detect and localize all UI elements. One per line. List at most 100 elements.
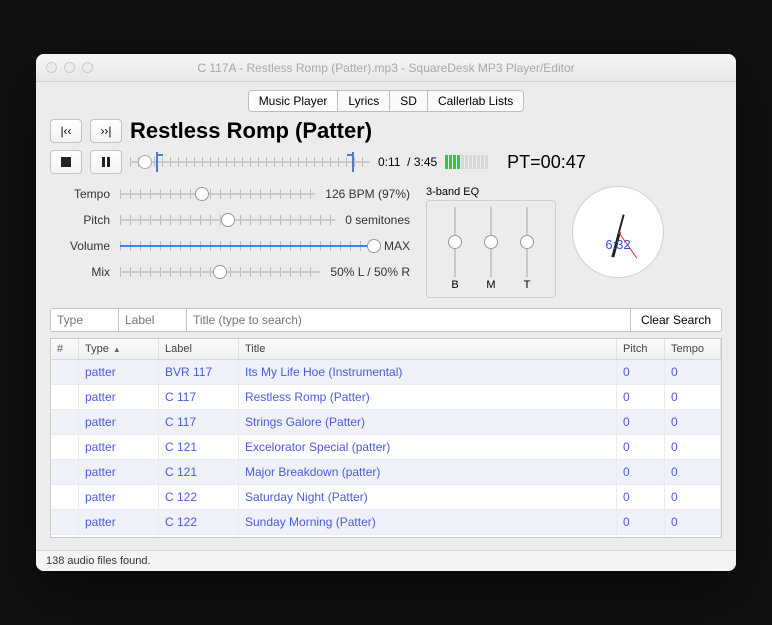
vu-meter <box>445 154 495 170</box>
cell-label: C 117 <box>159 410 239 435</box>
maximize-icon[interactable] <box>82 62 93 73</box>
table-row[interactable]: patter C 121 Major Breakdown (patter) 0 … <box>51 460 721 485</box>
cell-label: BVR 117 <box>159 360 239 385</box>
cell-title: Sunday Morning (Patter) <box>239 510 617 535</box>
loop-end-button[interactable]: ››| <box>90 119 122 143</box>
clock-digital: 6:32 <box>573 237 663 252</box>
eq-m-label: M <box>476 279 506 291</box>
cell-title: Restless Romp (Patter) <box>239 385 617 410</box>
mix-readout: 50% L / 50% R <box>330 265 410 279</box>
column-title[interactable]: Title <box>239 339 617 359</box>
search-label-input[interactable] <box>118 308 186 332</box>
app-window: C 117A - Restless Romp (Patter).mp3 - Sq… <box>36 54 736 571</box>
cell-type: patter <box>79 535 159 538</box>
column-tempo[interactable]: Tempo <box>665 339 721 359</box>
cell-title: Its My Life Hoe (Instrumental) <box>239 360 617 385</box>
cell-tempo: 0 <box>665 410 721 435</box>
stop-icon <box>61 157 71 167</box>
pitch-knob[interactable] <box>221 213 235 227</box>
search-title-input[interactable] <box>186 308 630 332</box>
table-row[interactable]: patter C 117 Strings Galore (Patter) 0 0 <box>51 410 721 435</box>
cell-label: C 122 <box>159 485 239 510</box>
song-title: Restless Romp (Patter) <box>130 118 372 144</box>
pause-button[interactable] <box>90 150 122 174</box>
main-tabs: Music PlayerLyricsSDCallerlab Lists <box>36 90 736 112</box>
cell-type: patter <box>79 435 159 460</box>
tab-music-player[interactable]: Music Player <box>249 91 339 111</box>
loop-start-marker[interactable] <box>156 152 158 172</box>
cell-tempo: 0 <box>665 385 721 410</box>
eq-m-knob[interactable] <box>484 235 498 249</box>
table-row[interactable]: patter C 117 Restless Romp (Patter) 0 0 <box>51 385 721 410</box>
cell-tempo: 0 <box>665 535 721 538</box>
column-type[interactable]: Type <box>79 339 159 359</box>
table-row[interactable]: patter BVR 117 Its My Life Hoe (Instrume… <box>51 360 721 385</box>
column-pitch[interactable]: Pitch <box>617 339 665 359</box>
column-#[interactable]: # <box>51 339 79 359</box>
cell-tempo: 0 <box>665 360 721 385</box>
cell-label: C 121 <box>159 435 239 460</box>
stop-button[interactable] <box>50 150 82 174</box>
pitch-readout: 0 semitones <box>345 213 410 227</box>
table-row[interactable]: patter CRC 131 Rocky Pond (Patter) 0 0 <box>51 535 721 538</box>
song-table[interactable]: #TypeLabelTitlePitchTempo patter BVR 117… <box>50 338 722 538</box>
eq-t-label: T <box>512 279 542 291</box>
tab-sd[interactable]: SD <box>390 91 428 111</box>
cell-label: C 122 <box>159 510 239 535</box>
tempo-knob[interactable] <box>195 187 209 201</box>
time-position: 0:11 / 3:45 <box>378 155 437 169</box>
tempo-slider[interactable] <box>120 186 315 202</box>
cell-label: CRC 131 <box>159 535 239 538</box>
table-row[interactable]: patter C 122 Saturday Night (Patter) 0 0 <box>51 485 721 510</box>
cell-pitch: 0 <box>617 510 665 535</box>
cell-title: Rocky Pond (Patter) <box>239 535 617 538</box>
cell-pitch: 0 <box>617 485 665 510</box>
cell-type: patter <box>79 510 159 535</box>
loop-start-button[interactable]: |‹‹ <box>50 119 82 143</box>
pitch-slider[interactable] <box>120 212 335 228</box>
cell-title: Strings Galore (Patter) <box>239 410 617 435</box>
close-icon[interactable] <box>46 62 57 73</box>
eq-panel: 3-band EQ BMT <box>426 186 556 298</box>
table-row[interactable]: patter C 122 Sunday Morning (Patter) 0 0 <box>51 510 721 535</box>
eq-t-knob[interactable] <box>520 235 534 249</box>
mix-slider[interactable] <box>120 264 320 280</box>
cell-pitch: 0 <box>617 360 665 385</box>
seek-slider[interactable] <box>130 152 370 172</box>
pitch-label: Pitch <box>50 213 110 227</box>
column-label[interactable]: Label <box>159 339 239 359</box>
cell-pitch: 0 <box>617 460 665 485</box>
cell-type: patter <box>79 410 159 435</box>
seek-knob[interactable] <box>138 155 152 169</box>
cell-pitch: 0 <box>617 435 665 460</box>
minimize-icon[interactable] <box>64 62 75 73</box>
cell-label: C 117 <box>159 385 239 410</box>
cell-type: patter <box>79 485 159 510</box>
tempo-label: Tempo <box>50 187 110 201</box>
window-title: C 117A - Restless Romp (Patter).mp3 - Sq… <box>36 61 736 75</box>
eq-b-label: B <box>440 279 470 291</box>
volume-knob[interactable] <box>367 239 381 253</box>
cell-tempo: 0 <box>665 510 721 535</box>
eq-m-slider[interactable] <box>482 207 500 277</box>
volume-readout: MAX <box>384 239 410 253</box>
loop-end-marker[interactable] <box>352 152 354 172</box>
eq-b-slider[interactable] <box>446 207 464 277</box>
search-type-input[interactable] <box>50 308 118 332</box>
eq-title: 3-band EQ <box>426 186 556 198</box>
cell-type: patter <box>79 460 159 485</box>
cell-tempo: 0 <box>665 460 721 485</box>
cell-title: Major Breakdown (patter) <box>239 460 617 485</box>
cell-type: patter <box>79 360 159 385</box>
cell-title: Saturday Night (Patter) <box>239 485 617 510</box>
cell-type: patter <box>79 385 159 410</box>
mix-label: Mix <box>50 265 110 279</box>
eq-t-slider[interactable] <box>518 207 536 277</box>
eq-b-knob[interactable] <box>448 235 462 249</box>
clear-search-button[interactable]: Clear Search <box>630 308 722 332</box>
table-row[interactable]: patter C 121 Excelorator Special (patter… <box>51 435 721 460</box>
tab-callerlab-lists[interactable]: Callerlab Lists <box>428 91 523 111</box>
tab-lyrics[interactable]: Lyrics <box>338 91 390 111</box>
status-bar: 138 audio files found. <box>36 550 736 571</box>
volume-slider[interactable] <box>120 238 374 254</box>
